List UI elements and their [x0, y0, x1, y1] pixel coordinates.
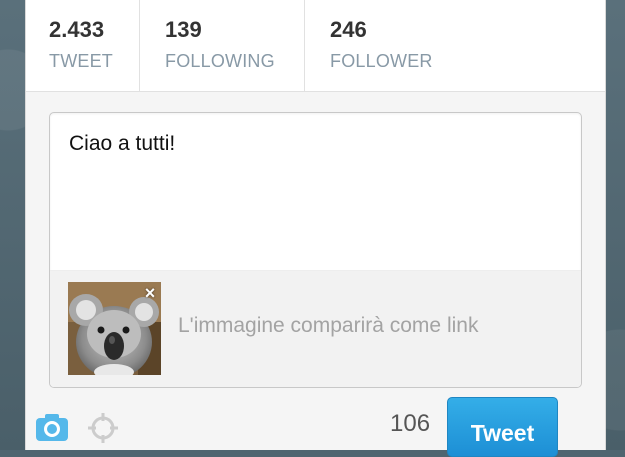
tweet-compose-box[interactable]: Ciao a tutti! × L'immagine comparirà com… [49, 112, 582, 388]
remove-image-button[interactable]: × [141, 284, 159, 302]
profile-compose-panel: 2.433 TWEET 139 FOLLOWING 246 FOLLOWER C… [25, 0, 606, 450]
stat-tweets-value: 2.433 [49, 17, 105, 42]
stat-following[interactable]: 139 FOLLOWING [140, 0, 305, 91]
location-icon[interactable] [86, 411, 120, 445]
stat-followers-value: 246 [330, 17, 367, 42]
stat-followers-label: FOLLOWER [330, 51, 433, 71]
stat-followers[interactable]: 246 FOLLOWER [305, 0, 605, 91]
character-counter: 106 [390, 410, 431, 437]
stat-following-label: FOLLOWING [165, 51, 275, 71]
attachment-preview-area: × L'immagine comparirà come link [50, 270, 581, 387]
attached-image-thumbnail: × [68, 282, 161, 375]
profile-stats-bar: 2.433 TWEET 139 FOLLOWING 246 FOLLOWER [26, 0, 605, 92]
stat-following-value: 139 [165, 17, 202, 42]
camera-icon[interactable] [34, 411, 70, 443]
stat-tweets[interactable]: 2.433 TWEET [26, 0, 140, 91]
stat-tweets-label: TWEET [49, 51, 113, 71]
tweet-text-input[interactable]: Ciao a tutti! [69, 132, 175, 156]
tweet-button[interactable]: Tweet [447, 397, 558, 457]
attachment-note: L'immagine comparirà come link [178, 314, 479, 337]
